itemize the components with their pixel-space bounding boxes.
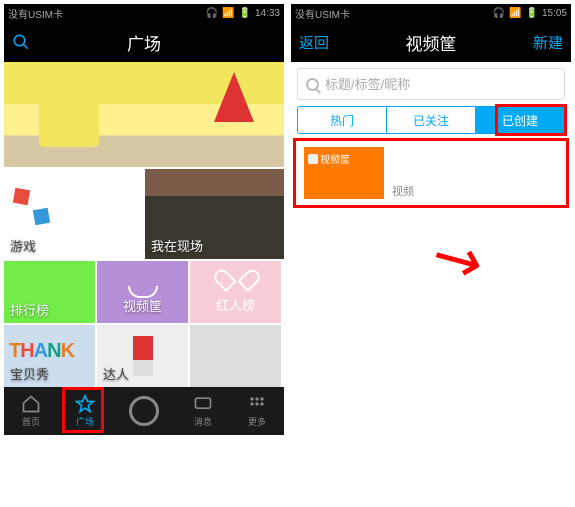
header: 返回 视频筐 新建 <box>291 22 571 62</box>
signal-icon: 📶 <box>222 8 234 19</box>
tile-redlist[interactable]: 红人榜 <box>190 261 281 323</box>
result-item[interactable]: 视频筐 视频 <box>297 140 565 206</box>
tile-rank[interactable]: 排行榜 <box>4 261 95 323</box>
search-input[interactable] <box>325 77 556 92</box>
tile-label: 游戏 <box>10 236 36 255</box>
tile-label: 红人榜 <box>216 295 255 314</box>
tile-videobasket[interactable]: 视频筐 <box>97 261 188 323</box>
back-button[interactable]: 返回 <box>299 32 329 53</box>
signal-icon: 📶 <box>509 8 521 19</box>
nav-more[interactable]: 更多 <box>247 394 267 428</box>
category-grid: 游戏 我在现场 排行榜 视频筐 红人榜 THANK 宝贝秀 <box>4 62 284 387</box>
tile-label: 视频筐 <box>123 296 162 315</box>
phone-right: 没有USIM卡 🎧 📶 🔋 15:05 返回 视频筐 新建 热门 已关注 <box>291 4 571 435</box>
tile-label: 排行榜 <box>10 300 49 319</box>
nav-label: 更多 <box>248 415 266 428</box>
heart-icon <box>226 271 246 289</box>
thumb-tag: 视频筐 <box>308 151 350 166</box>
clock-text: 15:05 <box>542 8 567 19</box>
bottom-nav: 首页 广场 消息 更多 <box>4 387 284 435</box>
arrow-annotation: ↘ <box>417 216 496 302</box>
search-box[interactable] <box>297 68 565 100</box>
page-title: 视频筐 <box>406 30 457 55</box>
tile-label: 达人 <box>103 364 129 383</box>
nav-label: 首页 <box>22 415 40 428</box>
headset-icon: 🎧 <box>493 8 505 19</box>
nav-home[interactable]: 首页 <box>21 394 41 428</box>
thank-text: THANK <box>9 340 74 363</box>
nav-record[interactable] <box>129 396 159 426</box>
tab-created[interactable]: 已创建 <box>476 107 564 133</box>
clock-text: 14:33 <box>255 8 280 19</box>
result-meta: 视频 <box>392 147 558 199</box>
tile-label: 我在现场 <box>151 236 203 255</box>
tab-hot[interactable]: 热门 <box>298 107 386 133</box>
carrier-text: 没有USIM卡 <box>8 6 63 21</box>
home-icon <box>21 394 41 414</box>
message-icon <box>193 394 213 414</box>
headset-icon: 🎧 <box>206 8 218 19</box>
filter-tabs: 热门 已关注 已创建 <box>297 106 565 134</box>
battery-icon: 🔋 <box>239 8 251 19</box>
tile-label: 宝贝秀 <box>10 364 49 383</box>
battery-icon: 🔋 <box>526 8 538 19</box>
record-icon <box>129 396 159 426</box>
tab-followed[interactable]: 已关注 <box>387 107 475 133</box>
search-icon <box>306 78 319 91</box>
star-icon <box>75 394 95 414</box>
nav-square[interactable]: 广场 <box>75 394 95 428</box>
legs-graphic <box>133 336 153 376</box>
status-bar: 没有USIM卡 🎧 📶 🔋 14:33 <box>4 4 284 22</box>
nav-label: 消息 <box>194 415 212 428</box>
header: 广场 <box>4 22 284 62</box>
lock-icon <box>308 154 318 164</box>
result-thumb: 视频筐 <box>304 147 384 199</box>
nav-label: 广场 <box>76 415 94 428</box>
phone-left: 没有USIM卡 🎧 📶 🔋 14:33 广场 游戏 <box>4 4 284 435</box>
search-button[interactable] <box>12 33 30 51</box>
new-button[interactable]: 新建 <box>533 32 563 53</box>
tile-star[interactable]: 达人 <box>97 325 188 387</box>
nav-msg[interactable]: 消息 <box>193 394 213 428</box>
tile-extra[interactable] <box>190 325 281 387</box>
tile-featured[interactable] <box>4 62 284 167</box>
tile-games[interactable]: 游戏 <box>4 169 143 259</box>
status-bar: 没有USIM卡 🎧 📶 🔋 15:05 <box>291 4 571 22</box>
tile-baby[interactable]: THANK 宝贝秀 <box>4 325 95 387</box>
grid-icon <box>247 394 267 414</box>
gnome-icon <box>214 72 254 122</box>
tile-live[interactable]: 我在现场 <box>145 169 284 259</box>
thumb-tag-text: 视频筐 <box>320 151 350 166</box>
search-icon <box>12 33 30 51</box>
carrier-text: 没有USIM卡 <box>295 6 350 21</box>
page-title: 广场 <box>127 30 161 55</box>
sun-icon <box>39 87 99 147</box>
